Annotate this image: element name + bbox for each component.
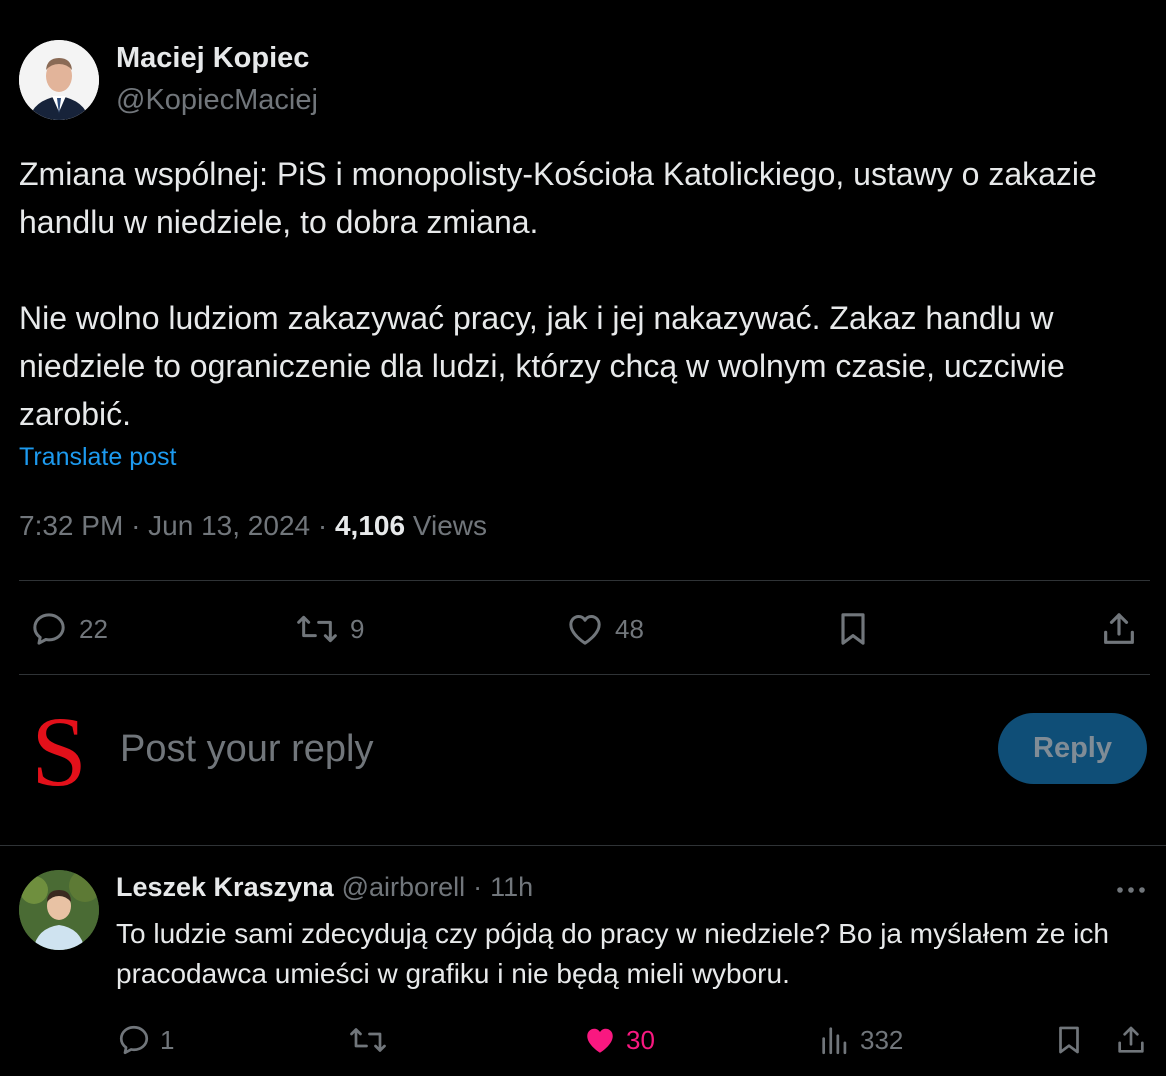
- author-handle[interactable]: @KopiecMaciej: [116, 84, 318, 117]
- reply-separator: ·: [473, 872, 483, 902]
- author-avatar[interactable]: [19, 40, 99, 120]
- reply-author-avatar[interactable]: [19, 870, 99, 950]
- reply-icon: [119, 1025, 149, 1055]
- repost-icon: [297, 615, 337, 643]
- like-count: 48: [615, 613, 644, 644]
- repost-action[interactable]: 9: [294, 604, 364, 654]
- reply-header: Leszek Kraszyna @airborell · 11h: [116, 872, 533, 903]
- reply-like-count: 30: [626, 1024, 655, 1055]
- views-count[interactable]: 4,106: [335, 510, 405, 542]
- divider: [19, 674, 1150, 675]
- reply-reply-count: 1: [160, 1024, 175, 1055]
- share-icon: [1104, 613, 1134, 644]
- profile-photo-icon: [19, 40, 99, 120]
- ellipsis-icon: [1117, 887, 1145, 893]
- profile-photo-icon: [19, 870, 99, 950]
- more-options-icon[interactable]: [1112, 876, 1152, 904]
- reply-repost-action[interactable]: [348, 1018, 388, 1062]
- reply-action[interactable]: 22: [29, 604, 108, 654]
- translate-post-link[interactable]: Translate post: [19, 443, 176, 472]
- tweet-detail-page: Maciej Kopiec @KopiecMaciej Zmiana wspól…: [0, 0, 1166, 1076]
- author-name[interactable]: Maciej Kopiec: [116, 42, 309, 75]
- tweet-paragraph: Nie wolno ludziom zakazywać pracy, jak i…: [19, 300, 1065, 432]
- tweet-date[interactable]: Jun 13, 2024: [148, 510, 310, 542]
- reply-share-action[interactable]: [1114, 1018, 1148, 1062]
- reply-author-handle[interactable]: @airborell: [342, 872, 465, 903]
- user-avatar[interactable]: S: [28, 702, 90, 802]
- views-label: Views: [412, 510, 488, 541]
- reply-views-count: 332: [860, 1024, 904, 1055]
- reply-author-name[interactable]: Leszek Kraszyna: [116, 872, 334, 903]
- heart-filled-icon: [587, 1028, 613, 1053]
- bookmark-action[interactable]: [833, 604, 873, 654]
- reply-input[interactable]: [120, 722, 820, 776]
- reply-views-action[interactable]: 332: [818, 1018, 903, 1062]
- reply-action-bar: 1 30 332: [116, 1018, 1156, 1062]
- divider: [0, 845, 1166, 846]
- reply-button[interactable]: Reply: [998, 713, 1147, 784]
- reply-icon: [33, 613, 65, 645]
- divider: [19, 580, 1150, 581]
- bookmark-icon: [841, 613, 865, 645]
- reply-count: 22: [79, 613, 108, 644]
- share-icon: [1118, 1026, 1144, 1053]
- tweet-time[interactable]: 7:32 PM: [19, 510, 123, 542]
- tweet-meta: 7:32 PM · Jun 13, 2024 · 4,106 Views: [19, 510, 487, 542]
- repost-count: 9: [350, 613, 365, 644]
- reply-like-action[interactable]: 30: [582, 1018, 655, 1062]
- meta-separator: ·: [131, 510, 141, 541]
- reply-text: To ludzie sami zdecydują czy pójdą do pr…: [116, 918, 1109, 989]
- share-action[interactable]: [1099, 604, 1139, 654]
- tweet-action-bar: 22 9 48: [19, 604, 1149, 654]
- reply-time[interactable]: 11h: [490, 872, 533, 903]
- reply-bookmark-action[interactable]: [1052, 1018, 1086, 1062]
- tweet-text: Zmiana wspólnej: PiS i monopolisty-Kości…: [19, 150, 1154, 438]
- bookmark-icon: [1059, 1026, 1079, 1054]
- tweet-paragraph: Zmiana wspólnej: PiS i monopolisty-Kości…: [19, 156, 1097, 240]
- repost-icon: [350, 1028, 386, 1052]
- like-action[interactable]: 48: [565, 604, 644, 654]
- views-chart-icon: [822, 1027, 847, 1055]
- meta-separator: ·: [317, 510, 328, 541]
- reply-reply-action[interactable]: 1: [116, 1018, 174, 1062]
- heart-icon: [569, 615, 601, 645]
